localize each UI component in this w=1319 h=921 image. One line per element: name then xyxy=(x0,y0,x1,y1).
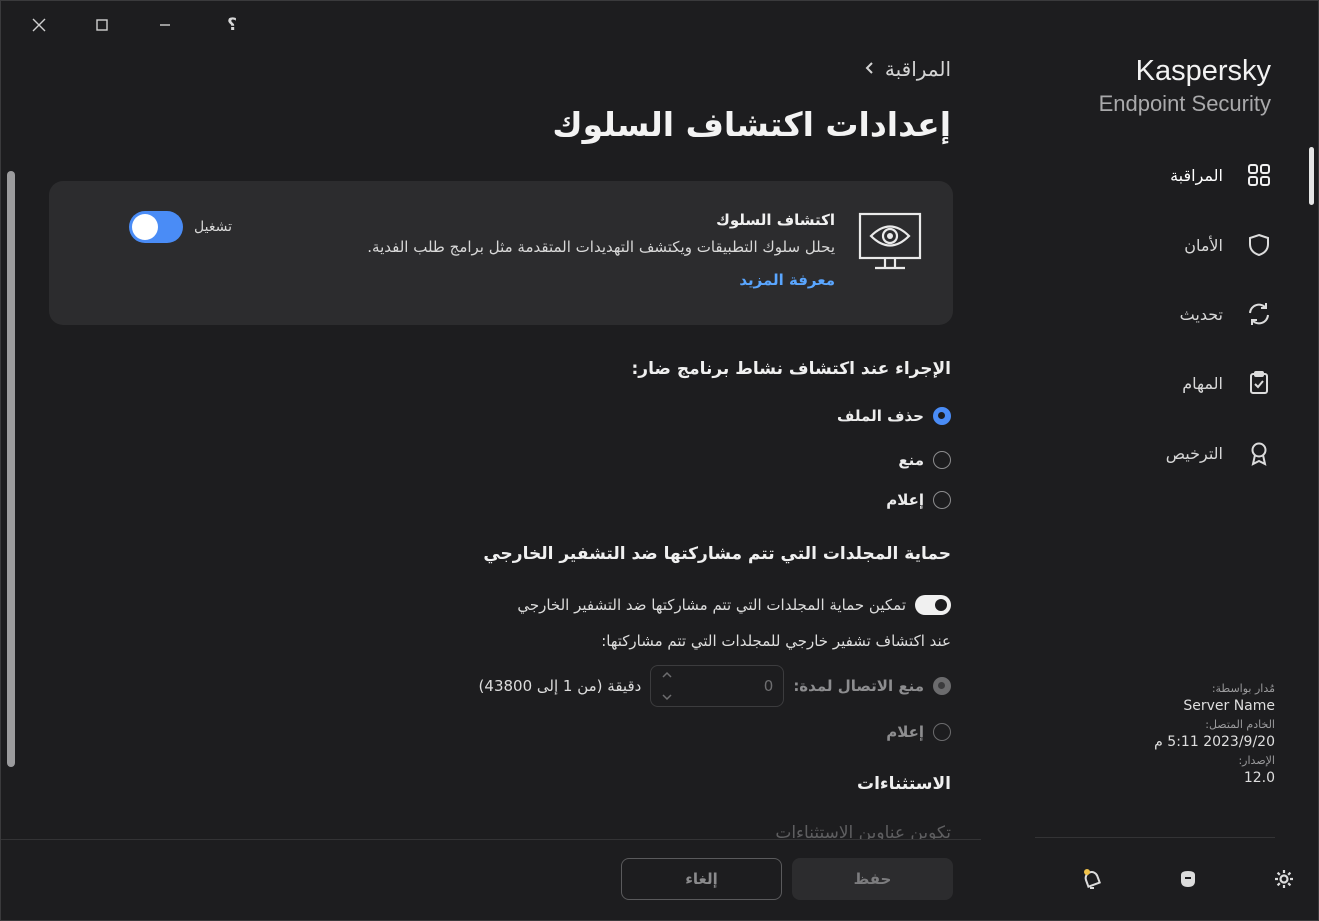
shield-icon xyxy=(1243,229,1275,261)
sidebar-item-tasks[interactable]: المهام xyxy=(1075,363,1275,403)
radio-button[interactable] xyxy=(933,451,951,469)
footer-divider xyxy=(1,839,981,840)
radio-button[interactable] xyxy=(933,723,951,741)
settings-icon[interactable] xyxy=(1264,859,1304,899)
save-button[interactable]: حفظ xyxy=(792,858,953,900)
shared-folders-toggle[interactable] xyxy=(915,595,951,615)
block-duration-input[interactable] xyxy=(693,676,774,696)
connected-server-value: 2023/9/20 5:11 م xyxy=(1154,734,1275,750)
shared-folders-toggle-label: تمكين حماية المجلدات التي تتم مشاركتها ض… xyxy=(517,596,906,614)
sidebar-item-label: تحديث xyxy=(1179,304,1223,324)
shared-folders-section-title: حماية المجلدات التي تتم مشاركتها ضد التش… xyxy=(483,544,951,564)
minimize-icon[interactable] xyxy=(151,11,179,39)
breadcrumb-label: المراقبة xyxy=(884,57,951,81)
card-description: يحلل سلوك التطبيقات ويكتشف التهديدات الم… xyxy=(367,238,835,256)
radio-button[interactable] xyxy=(933,407,951,425)
product-name: Endpoint Security xyxy=(1098,91,1271,116)
stepper-arrows[interactable] xyxy=(657,671,677,701)
managed-by-label: مُدار بواسطة: xyxy=(1211,682,1275,695)
sidebar-item-monitoring[interactable]: المراقبة xyxy=(1075,155,1275,195)
radio-notify[interactable]: إعلام xyxy=(886,491,951,509)
close-icon[interactable] xyxy=(25,11,53,39)
behavior-detection-toggle[interactable] xyxy=(129,211,183,243)
sidebar-item-label: الترخيص xyxy=(1165,443,1223,463)
action-section-title: الإجراء عند اكتشاف نشاط برنامج ضار: xyxy=(631,359,952,379)
sidebar-item-label: المراقبة xyxy=(1170,165,1223,185)
toggle-knob xyxy=(935,599,947,611)
brand-name: Kaspersky xyxy=(1135,55,1271,87)
breadcrumb[interactable]: المراقبة xyxy=(865,57,951,81)
shared-folders-toggle-row[interactable]: تمكين حماية المجلدات التي تتم مشاركتها ض… xyxy=(517,595,951,615)
support-icon[interactable] xyxy=(1168,859,1208,899)
configure-exclusions-link[interactable]: تكوين عناوين الاستثناءات xyxy=(775,823,951,839)
sidebar-item-security[interactable]: الأمان xyxy=(1075,225,1275,265)
toggle-label: تشغيل xyxy=(194,219,232,235)
block-connection-row: منع الاتصال لمدة: دقيقة (من 1 إلى 43800) xyxy=(479,665,951,707)
radio-shared-notify[interactable]: إعلام xyxy=(886,723,951,741)
notifications-icon[interactable] xyxy=(1072,859,1112,899)
help-icon[interactable]: ؟ xyxy=(218,11,246,39)
sidebar-scroll-indicator[interactable] xyxy=(1309,147,1314,205)
radio-block-connection[interactable] xyxy=(933,677,951,695)
block-duration-suffix: دقيقة (من 1 إلى 43800) xyxy=(478,677,642,695)
cancel-button[interactable]: إلغاء xyxy=(621,858,782,900)
main-scrollbar[interactable] xyxy=(7,171,15,767)
radio-label: حذف الملف xyxy=(837,407,924,425)
radio-label: إعلام xyxy=(886,723,924,741)
version-label: الإصدار: xyxy=(1238,754,1275,767)
block-duration-stepper[interactable] xyxy=(650,665,785,707)
exclusions-section-title: الاستثناءات xyxy=(856,774,951,794)
chevron-down-icon xyxy=(662,694,672,701)
radio-label: منع xyxy=(898,451,924,469)
app-window: ؟ المراقبة إعدادات اكتشاف السلوك اكتشاف … xyxy=(0,0,1319,921)
radio-button[interactable] xyxy=(933,491,951,509)
server-info: مُدار بواسطة: Server Name الخادم المتصل:… xyxy=(1154,680,1275,788)
main-panel: المراقبة إعدادات اكتشاف السلوك اكتشاف ال… xyxy=(1,47,1030,921)
version-value: 12.0 xyxy=(1243,770,1275,786)
sidebar-bottom-icons xyxy=(1028,859,1318,899)
sidebar-item-label: الأمان xyxy=(1184,235,1223,255)
toggle-knob xyxy=(132,214,158,240)
award-icon xyxy=(1243,437,1275,469)
page-title: إعدادات اكتشاف السلوك xyxy=(552,105,951,144)
monitor-eye-icon xyxy=(857,211,923,277)
chevron-right-icon xyxy=(865,60,875,79)
managed-by-value: Server Name xyxy=(1183,698,1275,714)
radio-block[interactable]: منع xyxy=(898,451,951,469)
grid-icon xyxy=(1243,159,1275,191)
clipboard-check-icon xyxy=(1243,367,1275,399)
sidebar-item-update[interactable]: تحديث xyxy=(1075,294,1275,334)
sidebar-item-licensing[interactable]: الترخيص xyxy=(1075,433,1275,473)
connected-server-label: الخادم المتصل: xyxy=(1205,718,1275,731)
sidebar: Kaspersky Endpoint Security المراقبة الأ… xyxy=(1028,47,1318,921)
chevron-up-icon xyxy=(662,671,672,678)
behavior-detection-card: اكتشاف السلوك يحلل سلوك التطبيقات ويكتشف… xyxy=(49,181,953,325)
external-encryption-text: عند اكتشاف تشفير خارجي للمجلدات التي تتم… xyxy=(601,632,951,650)
title-bar: ؟ xyxy=(1,1,1318,47)
learn-more-link[interactable]: معرفة المزيد xyxy=(739,271,835,289)
sidebar-divider xyxy=(1035,837,1275,838)
refresh-icon xyxy=(1243,298,1275,330)
sidebar-item-label: المهام xyxy=(1182,373,1223,393)
block-connection-label: منع الاتصال لمدة: xyxy=(793,677,924,695)
radio-delete-file[interactable]: حذف الملف xyxy=(837,407,951,425)
card-title: اكتشاف السلوك xyxy=(716,211,835,229)
radio-label: إعلام xyxy=(886,491,924,509)
maximize-icon[interactable] xyxy=(88,11,116,39)
